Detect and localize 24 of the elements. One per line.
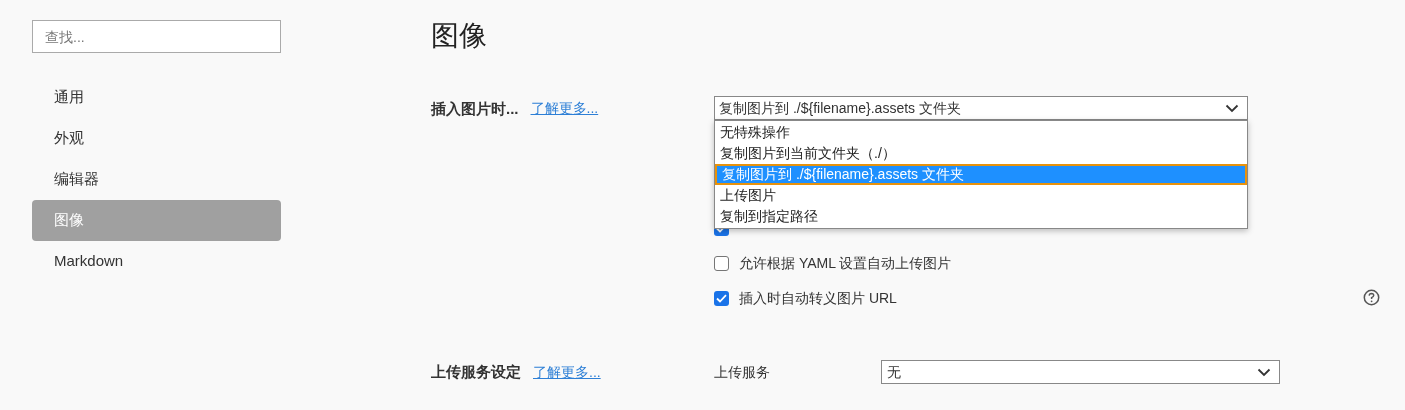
learn-more-link[interactable]: 了解更多... xyxy=(530,98,599,119)
chevron-down-icon xyxy=(1225,103,1239,113)
dropdown-option[interactable]: 上传图片 xyxy=(715,185,1247,206)
dropdown-option[interactable]: 复制到指定路径 xyxy=(715,206,1247,227)
sidebar-item[interactable]: 通用 xyxy=(32,77,281,118)
sidebar-item[interactable]: 编辑器 xyxy=(32,159,281,200)
checkbox[interactable] xyxy=(714,255,729,271)
search-field[interactable]: 查找... xyxy=(32,20,281,53)
section-label: 插入图片时... xyxy=(431,99,519,119)
image-insert-select[interactable]: 复制图片到 ./${filename}.assets 文件夹 xyxy=(714,96,1248,120)
learn-more-link[interactable]: 了解更多... xyxy=(533,361,601,383)
help-icon[interactable] xyxy=(1363,289,1380,306)
sidebar-item[interactable]: 外观 xyxy=(32,118,281,159)
dropdown-option[interactable]: 无特殊操作 xyxy=(715,122,1247,143)
upload-service-select[interactable]: 无 xyxy=(881,360,1280,384)
section-label: 上传服务设定 xyxy=(431,361,521,382)
chevron-down-icon xyxy=(1257,367,1271,377)
sidebar-item[interactable]: Markdown xyxy=(32,241,281,282)
checkbox[interactable] xyxy=(714,290,729,306)
field-label: 上传服务 xyxy=(714,362,771,382)
dropdown-option[interactable]: 复制图片到当前文件夹（./） xyxy=(715,143,1247,164)
checkbox-label: 允许根据 YAML 设置自动上传图片 xyxy=(739,253,952,273)
page-title: 图像 xyxy=(431,19,488,53)
checkbox-label: 插入时自动转义图片 URL xyxy=(739,288,897,308)
